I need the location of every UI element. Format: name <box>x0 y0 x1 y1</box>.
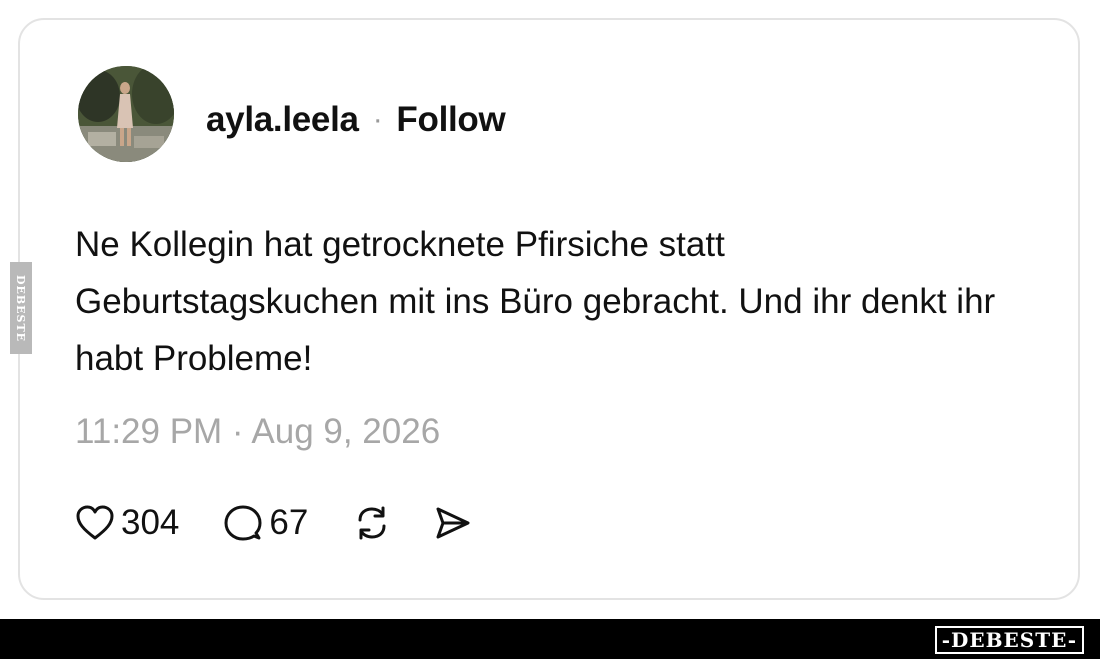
username[interactable]: ayla.leela <box>206 100 359 140</box>
separator-dot: · <box>372 103 383 136</box>
avatar-photo <box>78 66 174 162</box>
post-card: ayla.leela · Follow Ne Kollegin hat getr… <box>18 18 1080 600</box>
bottom-bar: -DEBESTE- <box>0 619 1100 659</box>
action-bar: 304 67 <box>75 503 472 543</box>
brand-logo: -DEBESTE- <box>934 626 1084 654</box>
post-text: Ne Kollegin hat getrocknete Pfirsiche st… <box>75 225 996 378</box>
avatar[interactable] <box>78 66 174 162</box>
follow-button[interactable]: Follow <box>396 100 505 140</box>
reply-count: 67 <box>269 503 309 542</box>
share-button[interactable] <box>432 503 472 543</box>
side-watermark-label: DEBESTE <box>14 274 28 342</box>
reply-button[interactable]: 67 <box>223 503 308 543</box>
repost-icon <box>358 506 386 540</box>
post-header: ayla.leela · Follow <box>206 100 506 140</box>
like-count: 304 <box>121 503 180 542</box>
like-button[interactable]: 304 <box>75 503 179 543</box>
comment-icon <box>224 505 262 541</box>
repost-button[interactable] <box>352 503 392 543</box>
share-icon <box>436 507 470 539</box>
heart-icon <box>76 505 114 540</box>
side-watermark: DEBESTE <box>10 262 32 354</box>
post-timestamp: 11:29 PM · Aug 9, 2026 <box>75 412 441 451</box>
